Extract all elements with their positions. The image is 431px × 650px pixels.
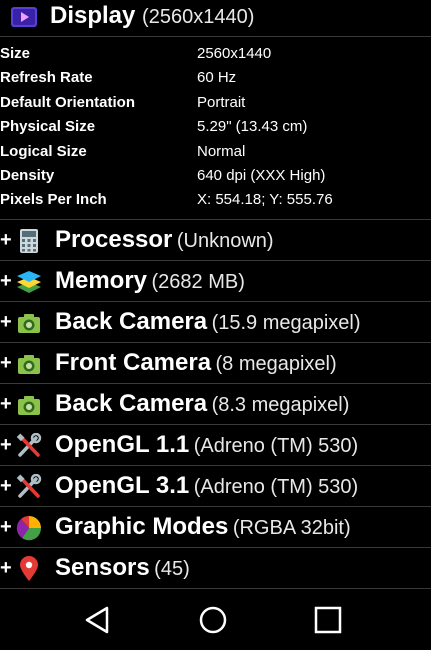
tools-icon (16, 433, 42, 457)
property-row: Physical Size 5.29" (13.43 cm) (0, 116, 431, 140)
expand-icon: + (0, 557, 12, 579)
property-value: 2560x1440 (197, 45, 272, 62)
category-subtitle: (2682 MB) (151, 271, 245, 293)
property-row: Density 640 dpi (XXX High) (0, 165, 431, 189)
property-value: Normal (197, 142, 246, 160)
category-row-sensors[interactable]: + Sensors (45) (0, 547, 431, 588)
expand-icon: + (0, 352, 12, 374)
category-row-graphic-modes[interactable]: + Graphic Modes (RGBA 32bit) (0, 506, 431, 547)
property-key: Refresh Rate (0, 69, 93, 87)
category-row-processor[interactable]: + Processor (Unknown) (0, 219, 431, 260)
category-title: Graphic Modes (55, 513, 229, 540)
expand-icon: + (0, 311, 12, 333)
display-title-text: Display (50, 2, 136, 29)
android-navigation-bar (0, 590, 431, 650)
category-row-back-camera[interactable]: + Back Camera (15.9 megapixel) (0, 301, 431, 342)
category-label: Front Camera (8 megapixel) (55, 349, 337, 377)
category-subtitle: (Adreno (TM) 530) (193, 435, 359, 457)
property-key: Physical Size (0, 118, 96, 136)
category-row-memory[interactable]: + Memory (2682 MB) (0, 260, 431, 301)
category-row-opengl-1-1[interactable]: + OpenGL 1.1 (Adreno (TM) 530) (0, 424, 431, 465)
category-subtitle: (45) (154, 558, 190, 580)
category-label: Memory (2682 MB) (55, 267, 245, 295)
property-value: 5.29" (13.43 cm) (197, 118, 308, 136)
display-subtitle: (2560x1440) (142, 6, 255, 28)
category-subtitle: (8 megapixel) (215, 353, 337, 375)
camera-icon (18, 396, 40, 415)
camera-icon (18, 355, 40, 374)
property-value: X: 554.18; Y: 555.76 (197, 191, 333, 209)
property-row: Pixels Per Inch X: 554.18; Y: 555.76 (0, 189, 431, 213)
category-subtitle: (15.9 megapixel) (211, 312, 361, 334)
category-label: OpenGL 3.1 (Adreno (TM) 530) (55, 472, 358, 500)
category-title: OpenGL 1.1 (55, 431, 190, 458)
category-row-front-camera[interactable]: + Front Camera (8 megapixel) (0, 342, 431, 383)
category-title: Processor (55, 226, 173, 253)
display-play-icon (11, 7, 37, 27)
category-list: + Processor (Unknown) + Memory (2682 MB)… (0, 219, 431, 590)
property-key: Default Orientation (0, 93, 136, 111)
category-row-opengl-3-1[interactable]: + OpenGL 3.1 (Adreno (TM) 530) (0, 465, 431, 506)
layers-icon (17, 271, 41, 293)
property-value: 60 Hz (197, 69, 237, 87)
property-row: Refresh Rate 60 Hz (0, 67, 431, 91)
camera-icon (18, 314, 40, 333)
expand-icon: + (0, 434, 12, 456)
display-title: Display (2560x1440) (50, 2, 254, 30)
category-subtitle: (8.3 megapixel) (211, 394, 350, 416)
recents-icon[interactable] (306, 600, 350, 640)
property-row: Logical Size Normal (0, 141, 431, 165)
calculator-icon (20, 229, 38, 253)
pie-chart-icon (16, 515, 42, 541)
back-icon[interactable] (76, 600, 120, 640)
category-title: Sensors (55, 554, 150, 581)
category-label: Back Camera (8.3 megapixel) (55, 390, 349, 418)
property-row: Size 2560x1440 (0, 43, 431, 67)
category-label: Processor (Unknown) (55, 226, 274, 254)
expand-icon: + (0, 270, 12, 292)
category-label: OpenGL 1.1 (Adreno (TM) 530) (55, 431, 358, 459)
location-pin-icon (20, 556, 38, 581)
property-value: 640 dpi (XXX High) (197, 166, 326, 184)
property-key: Pixels Per Inch (0, 191, 107, 209)
category-label: Back Camera (15.9 megapixel) (55, 308, 361, 336)
display-properties: Size 2560x1440 Refresh Rate 60 Hz Defaul… (0, 43, 431, 214)
expand-icon: + (0, 393, 12, 415)
tools-icon (16, 474, 42, 498)
category-subtitle: (Unknown) (176, 230, 274, 252)
category-row-back-camera-2[interactable]: + Back Camera (8.3 megapixel) (0, 383, 431, 424)
home-icon[interactable] (191, 600, 235, 640)
display-section-header[interactable]: Display (2560x1440) (0, 0, 431, 37)
category-subtitle: (RGBA 32bit) (232, 517, 351, 539)
category-title: Front Camera (55, 349, 212, 376)
property-key: Size (0, 45, 31, 62)
category-subtitle: (Adreno (TM) 530) (193, 476, 359, 498)
category-title: Back Camera (55, 390, 208, 417)
category-title: Back Camera (55, 308, 208, 335)
category-label: Graphic Modes (RGBA 32bit) (55, 513, 351, 541)
expand-icon: + (0, 475, 12, 497)
property-row: Default Orientation Portrait (0, 92, 431, 116)
device-info-screen: Display (2560x1440) Size 2560x1440 Refre… (0, 0, 431, 590)
property-key: Logical Size (0, 142, 87, 160)
category-title: OpenGL 3.1 (55, 472, 190, 499)
property-key: Density (0, 166, 55, 184)
expand-icon: + (0, 516, 12, 538)
property-value: Portrait (197, 93, 246, 111)
expand-icon: + (0, 229, 12, 251)
category-label: Sensors (45) (55, 554, 190, 582)
category-title: Memory (55, 267, 148, 294)
